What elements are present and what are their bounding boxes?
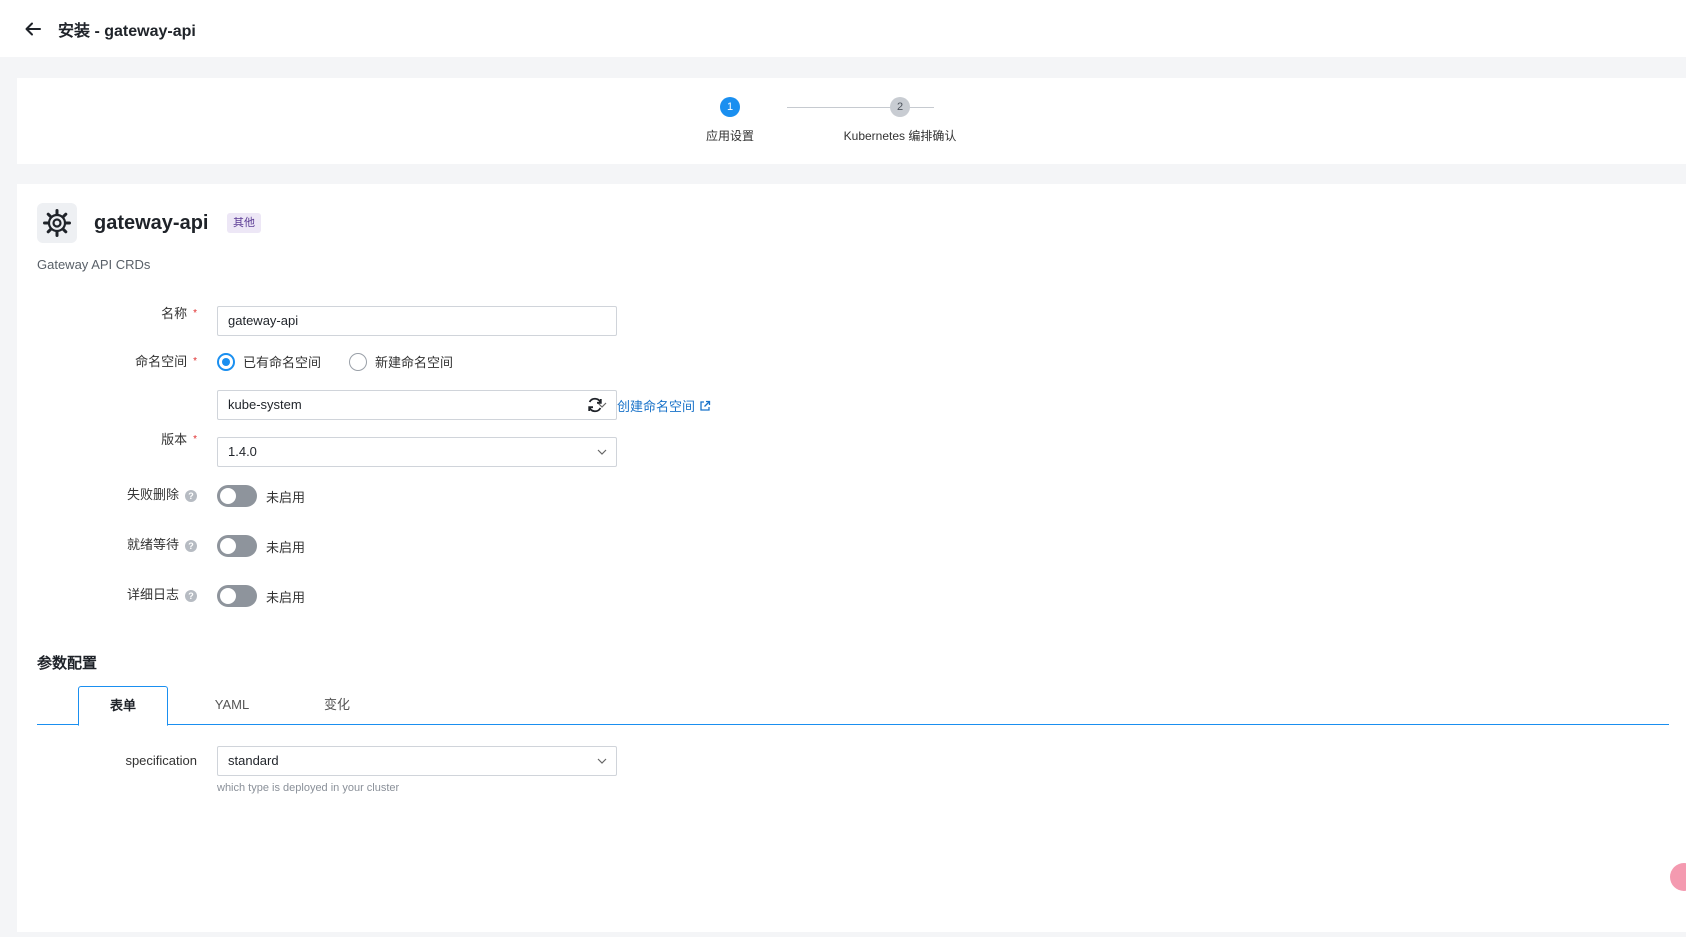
page-title: 安装 - gateway-api [58, 22, 196, 40]
specification-select[interactable]: standard [217, 746, 617, 776]
radio-existing-label: 已有命名空间 [243, 355, 322, 370]
verbose-log-status: 未启用 [266, 589, 306, 605]
version-select[interactable]: 1.4.0 [217, 437, 617, 467]
required-mark: * [193, 356, 197, 367]
tab-changes[interactable]: 变化 [292, 686, 382, 725]
gear-icon [43, 209, 71, 237]
verbose-log-label: 详细日志? [17, 585, 197, 605]
namespace-select[interactable]: kube-system [217, 390, 617, 420]
chevron-down-icon [597, 758, 607, 764]
create-namespace-link[interactable]: 创建命名空间 [617, 396, 711, 415]
radio-new-namespace[interactable]: 新建命名空间 [349, 352, 453, 371]
required-mark: * [193, 308, 197, 319]
main-card: gateway-api 其他 Gateway API CRDs 名称 * gate… [17, 184, 1686, 932]
specification-select-value: standard [228, 753, 279, 768]
app-icon [37, 203, 77, 243]
ready-wait-toggle-row: 未启用 [217, 535, 305, 557]
help-icon[interactable]: ? [185, 589, 197, 602]
refresh-icon[interactable] [585, 395, 605, 415]
version-label-row: 版本 * [17, 430, 197, 450]
radio-new-label: 新建命名空间 [375, 355, 454, 370]
fail-delete-label-text: 失败删除 [126, 487, 179, 502]
required-mark: * [193, 434, 197, 445]
app-description: Gateway API CRDs [37, 257, 151, 272]
ready-wait-status: 未启用 [266, 539, 306, 555]
ready-wait-label: 就绪等待? [17, 535, 197, 555]
app-name: gateway-api [94, 212, 209, 234]
radio-unchecked-icon [349, 352, 368, 371]
name-label-text: 名称 [161, 306, 188, 321]
create-namespace-label: 创建命名空间 [617, 399, 696, 414]
steps-card: 1 应用设置 2 Kubernetes 编排确认 [17, 78, 1686, 164]
step-2: 2 Kubernetes 编排确认 [830, 97, 970, 144]
help-icon[interactable]: ? [185, 489, 197, 502]
params-tabs: 表单 YAML 变化 [37, 686, 1669, 726]
top-bar: 安装 - gateway-api [0, 0, 1686, 57]
step-1-label: 应用设置 [705, 129, 754, 143]
step-2-label: Kubernetes 编排确认 [843, 129, 957, 143]
name-input[interactable]: gateway-api [217, 306, 617, 336]
namespace-label: 命名空间 * [17, 352, 197, 372]
fail-delete-toggle[interactable] [217, 485, 257, 507]
category-badge: 其他 [227, 213, 261, 233]
name-label: 名称 * [17, 304, 197, 324]
ready-wait-label-text: 就绪等待 [126, 537, 179, 552]
namespace-label-text: 命名空间 [135, 354, 188, 369]
ready-wait-toggle[interactable] [217, 535, 257, 557]
chevron-down-icon [597, 449, 607, 455]
namespace-radio-group: 已有命名空间 新建命名空间 [217, 352, 481, 371]
fail-delete-label: 失败删除? [17, 485, 197, 505]
version-select-value: 1.4.0 [228, 444, 257, 459]
verbose-log-toggle-row: 未启用 [217, 585, 305, 607]
radio-checked-icon [217, 352, 235, 371]
verbose-log-toggle[interactable] [217, 585, 257, 607]
step-1: 1 应用设置 [660, 97, 800, 144]
back-arrow-icon[interactable] [24, 20, 42, 38]
help-icon[interactable]: ? [185, 539, 197, 552]
step-1-circle: 1 [720, 97, 740, 117]
step-2-circle: 2 [890, 97, 910, 117]
specification-label: specification [125, 753, 197, 768]
fail-delete-toggle-row: 未启用 [217, 485, 305, 507]
external-link-icon [700, 400, 711, 411]
verbose-log-label-text: 详细日志 [126, 587, 179, 602]
radio-existing-namespace[interactable]: 已有命名空间 [217, 352, 321, 371]
specification-hint: which type is deployed in your cluster [217, 782, 400, 794]
namespace-select-value: kube-system [228, 397, 302, 412]
params-section-title: 参数配置 [37, 655, 98, 672]
tab-yaml[interactable]: YAML [187, 686, 277, 725]
tab-form[interactable]: 表单 [78, 686, 168, 726]
fail-delete-status: 未启用 [266, 489, 306, 505]
version-label-text: 版本 [161, 432, 188, 447]
